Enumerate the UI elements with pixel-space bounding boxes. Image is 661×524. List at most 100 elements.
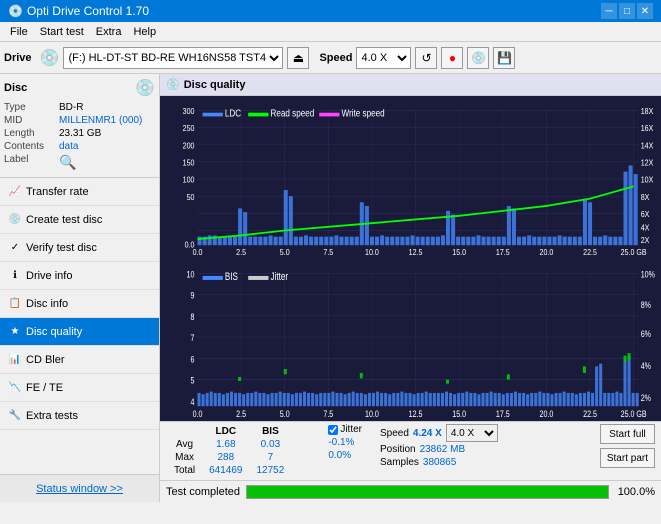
svg-text:BIS: BIS [225,270,238,282]
speed-label: Speed [319,52,352,64]
minimize-button[interactable]: ─ [601,3,617,19]
save-button[interactable]: 💾 [493,47,515,69]
disc-label-label: Label [4,154,59,171]
svg-text:2.5: 2.5 [236,247,246,257]
menu-help[interactable]: Help [127,24,162,40]
sidebar-item-cd-bler[interactable]: 📊 CD Bler [0,346,159,374]
sidebar-item-fe-te-label: FE / TE [26,382,63,394]
samples-label: Samples [380,457,419,468]
jitter-label: Jitter [340,424,362,435]
start-part-button[interactable]: Start part [600,448,655,468]
sidebar-item-drive-info[interactable]: ℹ Drive info [0,262,159,290]
jitter-max: 0.0% [328,450,362,461]
start-full-button[interactable]: Start full [600,424,655,444]
disc-length-label: Length [4,128,59,139]
svg-text:Jitter: Jitter [271,270,289,282]
position-label: Position [380,444,416,455]
record-button[interactable]: ● [441,47,463,69]
svg-text:4X: 4X [641,223,650,233]
svg-text:0.0: 0.0 [193,247,203,257]
jitter-checkbox[interactable] [328,425,338,435]
refresh-button[interactable]: ↺ [415,47,437,69]
svg-text:12.5: 12.5 [409,247,423,257]
svg-text:4: 4 [191,397,195,407]
disc-panel: Disc 💿 Type BD-R MID MILLENMR1 (000) Len… [0,74,159,178]
col-header-empty [168,426,201,437]
app-title: Opti Drive Control 1.70 [27,4,149,18]
svg-text:22.5: 22.5 [583,408,597,418]
speed-select[interactable]: 4.0 X 1.0 X 2.0 X 6.0 X 8.0 X [356,47,411,69]
speed-dropdown[interactable]: 4.0 X 1.0 X 2.0 X [446,424,498,442]
disc-type-field: Type BD-R [4,102,155,113]
eject-button[interactable]: ⏏ [287,47,309,69]
menu-start-test[interactable]: Start test [34,24,90,40]
content-area: 💿 Disc quality [160,74,661,502]
svg-text:LDC: LDC [225,108,242,119]
drive-icon: 💿 [40,48,60,68]
titlebar: 💿 Opti Drive Control 1.70 ─ □ ✕ [0,0,661,22]
sidebar-item-create-test-disc[interactable]: 💿 Create test disc [0,206,159,234]
disc-contents-field: Contents data [4,141,155,152]
stats-avg-label: Avg [168,439,201,450]
disc-length-field: Length 23.31 GB [4,128,155,139]
jitter-section: Jitter -0.1% 0.0% [328,424,362,463]
sidebar-item-extra-tests-label: Extra tests [26,410,78,422]
svg-text:10: 10 [187,269,195,279]
disc-header: Disc 💿 [4,78,155,98]
stats-avg-ldc: 1.68 [203,439,248,450]
action-buttons: Start full Start part [600,424,655,468]
sidebar-item-extra-tests[interactable]: 🔧 Extra tests [0,402,159,430]
sidebar-item-transfer-rate[interactable]: 📈 Transfer rate [0,178,159,206]
svg-text:10.0: 10.0 [365,408,379,418]
content-header: 💿 Disc quality [160,74,661,96]
disc-mid-field: MID MILLENMR1 (000) [4,115,155,126]
stats-avg-bis: 0.03 [251,439,291,450]
svg-text:6X: 6X [641,209,650,219]
progress-percent: 100.0% [615,486,655,498]
stats-total-row: Total 641469 12752 [168,465,312,476]
progress-track [246,485,609,499]
status-window-link[interactable]: Status window >> [0,474,159,502]
jitter-header: Jitter [328,424,362,435]
disc-length-value: 23.31 GB [59,128,101,139]
fe-te-icon: 📉 [8,381,22,395]
svg-text:2X: 2X [641,235,650,245]
chart2-svg: 10 9 8 7 6 5 4 10% 8% 6% 4% 2% [162,260,659,420]
disc-button[interactable]: 💿 [467,47,489,69]
svg-text:22.5: 22.5 [583,247,597,257]
sidebar-item-disc-info-label: Disc info [26,298,68,310]
drive-select[interactable]: (F:) HL-DT-ST BD-RE WH16NS58 TST4 [63,47,283,69]
sidebar-item-disc-quality[interactable]: ★ Disc quality [0,318,159,346]
transfer-rate-icon: 📈 [8,185,22,199]
extra-tests-icon: 🔧 [8,409,22,423]
chart1-svg: 300 250 200 150 100 50 0.0 18X 16X 14X 1… [162,98,659,258]
svg-text:20.0: 20.0 [540,408,554,418]
disc-mid-value: MILLENMR1 (000) [59,115,142,126]
app-icon: 💿 [8,4,23,18]
stats-total-bis: 12752 [251,465,291,476]
disc-type-value: BD-R [59,102,83,113]
svg-text:8: 8 [191,311,195,321]
speed-current-value: 4.24 X [413,428,442,439]
jitter-avg: -0.1% [328,437,362,448]
svg-text:2.5: 2.5 [236,408,246,418]
svg-text:0.0: 0.0 [193,408,203,418]
speed-section: Speed 4.24 X 4.0 X 1.0 X 2.0 X Position … [380,424,498,468]
svg-text:Write speed: Write speed [342,108,385,119]
col-header-ldc: LDC [203,426,248,437]
sidebar-item-drive-info-label: Drive info [26,270,72,282]
sidebar-item-verify-test-disc[interactable]: ✓ Verify test disc [0,234,159,262]
stats-table: LDC BIS Avg 1.68 0.03 Max 288 7 [166,424,314,478]
close-button[interactable]: ✕ [637,3,653,19]
menu-file[interactable]: File [4,24,34,40]
verify-test-disc-icon: ✓ [8,241,22,255]
sidebar: Disc 💿 Type BD-R MID MILLENMR1 (000) Len… [0,74,160,502]
svg-text:6%: 6% [641,329,652,339]
speed-header: Speed 4.24 X 4.0 X 1.0 X 2.0 X [380,424,498,442]
position-value: 23862 MB [420,444,466,455]
maximize-button[interactable]: □ [619,3,635,19]
sidebar-item-fe-te[interactable]: 📉 FE / TE [0,374,159,402]
svg-text:4%: 4% [641,361,652,371]
menu-extra[interactable]: Extra [90,24,128,40]
sidebar-item-disc-info[interactable]: 📋 Disc info [0,290,159,318]
